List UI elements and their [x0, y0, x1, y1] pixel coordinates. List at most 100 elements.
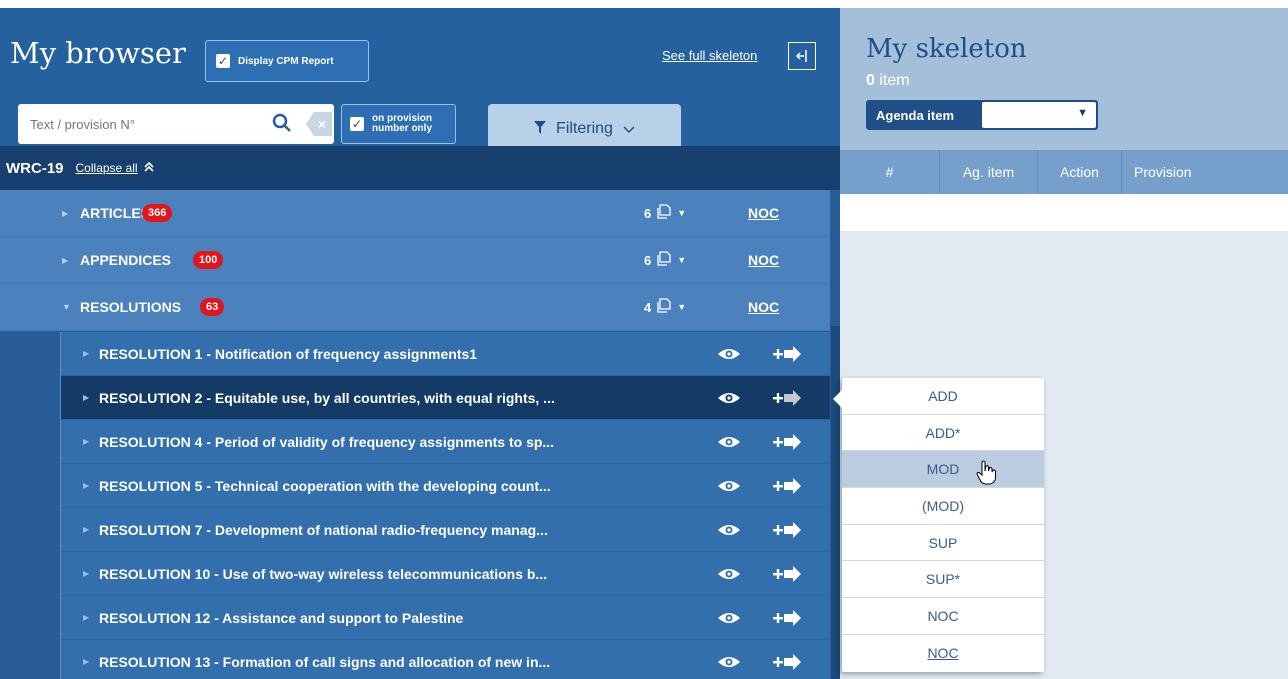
add-to-skeleton-icon[interactable]	[773, 390, 803, 406]
resolution-label: RESOLUTION 5 - Technical cooperation wit…	[99, 477, 551, 494]
category-label: APPENDICES	[80, 252, 172, 268]
noc-link[interactable]: NOC	[748, 205, 779, 221]
column-header-number[interactable]: #	[840, 150, 940, 194]
display-cpm-report-button[interactable]: ✓ Display CPM Report	[205, 40, 369, 82]
eye-icon[interactable]	[717, 566, 741, 582]
skeleton-header: My skeleton 0 item Agenda item ▼	[840, 8, 1288, 150]
expand-arrow-icon[interactable]: ▶	[83, 569, 89, 578]
tree-scrollbar[interactable]	[831, 326, 840, 679]
resolutions-list: ▶ RESOLUTION 1 - Notification of frequen…	[60, 332, 830, 679]
menu-item-add[interactable]: ADD	[842, 378, 1044, 415]
on-provision-number-only-toggle[interactable]: ✓ on provision number only	[341, 104, 456, 144]
expand-arrow-icon[interactable]: ▶	[62, 256, 68, 265]
caret-down-icon: ▼	[1077, 107, 1088, 119]
resolution-row[interactable]: ▶ RESOLUTION 1 - Notification of frequen…	[60, 332, 830, 376]
document-count[interactable]: 4 ▼	[644, 297, 687, 317]
count-badge: 366	[142, 204, 173, 222]
add-to-skeleton-icon[interactable]	[773, 610, 803, 626]
menu-item-mod-paren[interactable]: (MOD)	[842, 488, 1044, 525]
noc-link[interactable]: NOC	[748, 252, 779, 268]
browser-title: My browser	[10, 36, 186, 70]
add-to-skeleton-icon[interactable]	[773, 478, 803, 494]
menu-item-noc-link[interactable]: NOC	[842, 635, 1044, 672]
double-chevron-up-icon[interactable]	[143, 161, 154, 175]
count-badge: 100	[193, 251, 224, 269]
resolution-row[interactable]: ▶ RESOLUTION 4 - Period of validity of f…	[60, 420, 830, 464]
collapse-arrow-icon[interactable]: ▼	[62, 302, 71, 312]
search-icon[interactable]	[272, 113, 294, 135]
clear-search-icon[interactable]: ×	[306, 112, 332, 136]
expand-arrow-icon[interactable]: ▶	[83, 349, 89, 358]
resolution-row[interactable]: ▶ RESOLUTION 13 - Formation of call sign…	[60, 640, 830, 679]
category-row-appendices[interactable]: ▶ APPENDICES 100 6 ▼ NOC	[0, 237, 830, 284]
eye-icon[interactable]	[717, 390, 741, 406]
collapse-all-link[interactable]: Collapse all	[76, 161, 138, 175]
resolution-label: RESOLUTION 1 - Notification of frequency…	[99, 345, 478, 362]
resolution-label: RESOLUTION 4 - Period of validity of fre…	[99, 433, 555, 450]
menu-item-mod[interactable]: MOD	[842, 451, 1044, 489]
expand-arrow-icon[interactable]: ▶	[83, 437, 89, 446]
collapse-panel-icon[interactable]	[788, 42, 816, 70]
search-input[interactable]	[18, 104, 258, 144]
see-full-skeleton-link[interactable]: See full skeleton	[662, 48, 757, 63]
category-row-articles[interactable]: ▶ ARTICLES 366 6 ▼ NOC	[0, 190, 830, 237]
category-label: ARTICLES	[80, 205, 150, 221]
agenda-item-select[interactable]: ▼	[982, 102, 1096, 128]
expand-arrow-icon[interactable]: ▶	[83, 481, 89, 490]
menu-item-add-star[interactable]: ADD*	[842, 415, 1044, 452]
caret-down-icon: ▼	[677, 208, 687, 218]
resolution-label: RESOLUTION 10 - Use of two-way wireless …	[99, 565, 548, 582]
caret-down-icon: ▼	[677, 255, 687, 265]
noc-link[interactable]: NOC	[748, 299, 779, 315]
eye-icon[interactable]	[717, 522, 741, 538]
checkbox-checked-icon: ✓	[216, 54, 230, 68]
eye-icon[interactable]	[717, 610, 741, 626]
expand-arrow-icon[interactable]: ▶	[83, 393, 89, 402]
documents-icon	[657, 203, 673, 223]
column-header-action[interactable]: Action	[1038, 150, 1122, 194]
eye-icon[interactable]	[717, 434, 741, 450]
add-to-skeleton-icon[interactable]	[773, 346, 803, 362]
hand-cursor-icon	[976, 460, 998, 486]
on-provision-label: on provision number only	[372, 113, 433, 134]
caret-down-icon: ▼	[677, 302, 687, 312]
column-header-provision[interactable]: Provision	[1122, 150, 1288, 194]
skeleton-title: My skeleton	[866, 34, 1027, 64]
add-to-skeleton-icon[interactable]	[773, 522, 803, 538]
expand-arrow-icon[interactable]: ▶	[62, 209, 68, 218]
category-row-resolutions[interactable]: ▼ RESOLUTIONS 63 4 ▼ NOC	[0, 284, 830, 331]
wrc-title: WRC-19	[6, 159, 64, 177]
filtering-label: Filtering	[556, 120, 613, 137]
eye-icon[interactable]	[717, 654, 741, 670]
eye-icon[interactable]	[717, 478, 741, 494]
resolution-row-active[interactable]: ▶ RESOLUTION 2 - Equitable use, by all c…	[60, 376, 830, 420]
eye-icon[interactable]	[717, 346, 741, 362]
menu-item-noc[interactable]: NOC	[842, 598, 1044, 635]
expand-arrow-icon[interactable]: ▶	[83, 525, 89, 534]
resolution-label: RESOLUTION 12 - Assistance and support t…	[99, 609, 464, 626]
provision-tree: ▶ ARTICLES 366 6 ▼ NOC ▶ APPENDICES 100 …	[0, 190, 830, 679]
agenda-item-label: Agenda item	[876, 107, 955, 123]
document-count[interactable]: 6 ▼	[644, 203, 687, 223]
resolution-row[interactable]: ▶ RESOLUTION 5 - Technical cooperation w…	[60, 464, 830, 508]
add-to-skeleton-icon[interactable]	[773, 434, 803, 450]
count-badge: 63	[200, 298, 225, 316]
expand-arrow-icon[interactable]: ▶	[83, 613, 89, 622]
checkbox-checked-icon: ✓	[350, 117, 364, 131]
resolution-label: RESOLUTION 2 - Equitable use, by all cou…	[99, 389, 555, 406]
expand-arrow-icon[interactable]: ▶	[83, 657, 89, 666]
add-to-skeleton-icon[interactable]	[773, 654, 803, 670]
chevron-down-icon	[623, 121, 635, 137]
column-header-agenda-item[interactable]: Ag. item	[940, 150, 1038, 194]
resolution-row[interactable]: ▶ RESOLUTION 7 - Development of national…	[60, 508, 830, 552]
resolution-row[interactable]: ▶ RESOLUTION 12 - Assistance and support…	[60, 596, 830, 640]
documents-icon	[657, 250, 673, 270]
resolution-label: RESOLUTION 13 - Formation of call signs …	[99, 653, 551, 670]
document-count[interactable]: 6 ▼	[644, 250, 687, 270]
search-box: ×	[18, 104, 334, 144]
add-to-skeleton-icon[interactable]	[773, 566, 803, 582]
resolution-row[interactable]: ▶ RESOLUTION 10 - Use of two-way wireles…	[60, 552, 830, 596]
menu-item-sup[interactable]: SUP	[842, 525, 1044, 562]
skeleton-empty-row	[840, 194, 1288, 231]
menu-item-sup-star[interactable]: SUP*	[842, 561, 1044, 599]
